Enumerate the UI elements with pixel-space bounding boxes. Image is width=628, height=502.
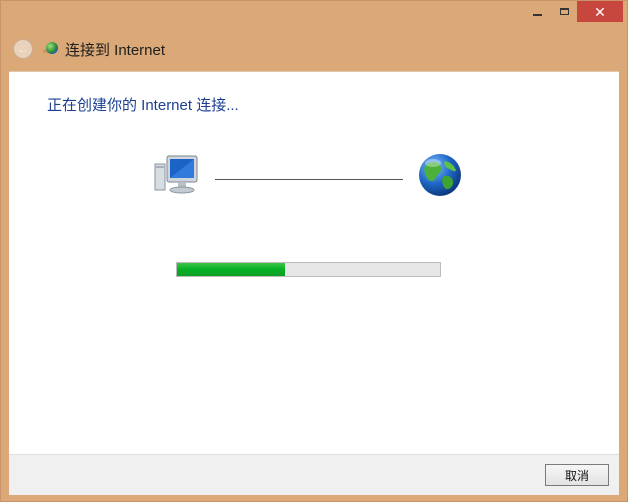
network-connection-icon <box>43 41 59 57</box>
globe-icon <box>419 154 461 196</box>
content-panel: 正在创建你的 Internet 连接... <box>9 71 619 455</box>
wizard-title: 连接到 Internet <box>65 41 166 59</box>
close-icon: ✕ <box>594 3 606 20</box>
minimize-button[interactable] <box>523 1 551 22</box>
computer-icon <box>154 155 198 194</box>
wizard-window: ✕ ← 连接到 Internet 正在创建你的 Internet 连接... 取… <box>0 0 628 502</box>
progress-bar <box>176 262 441 277</box>
progress-bar-fill <box>177 263 285 276</box>
maximize-button[interactable] <box>551 1 577 22</box>
minimize-icon <box>532 13 542 16</box>
connection-diagram <box>149 150 469 202</box>
wizard-footer: 取消 <box>9 454 619 495</box>
connection-line <box>215 179 403 180</box>
back-button[interactable]: ← <box>13 39 33 59</box>
cancel-button[interactable]: 取消 <box>545 464 609 486</box>
status-message: 正在创建你的 Internet 连接... <box>47 97 239 114</box>
maximize-icon <box>559 8 569 15</box>
wizard-header: ← 连接到 Internet <box>13 37 165 61</box>
close-button[interactable]: ✕ <box>577 1 623 22</box>
back-arrow-icon: ← <box>17 42 29 56</box>
